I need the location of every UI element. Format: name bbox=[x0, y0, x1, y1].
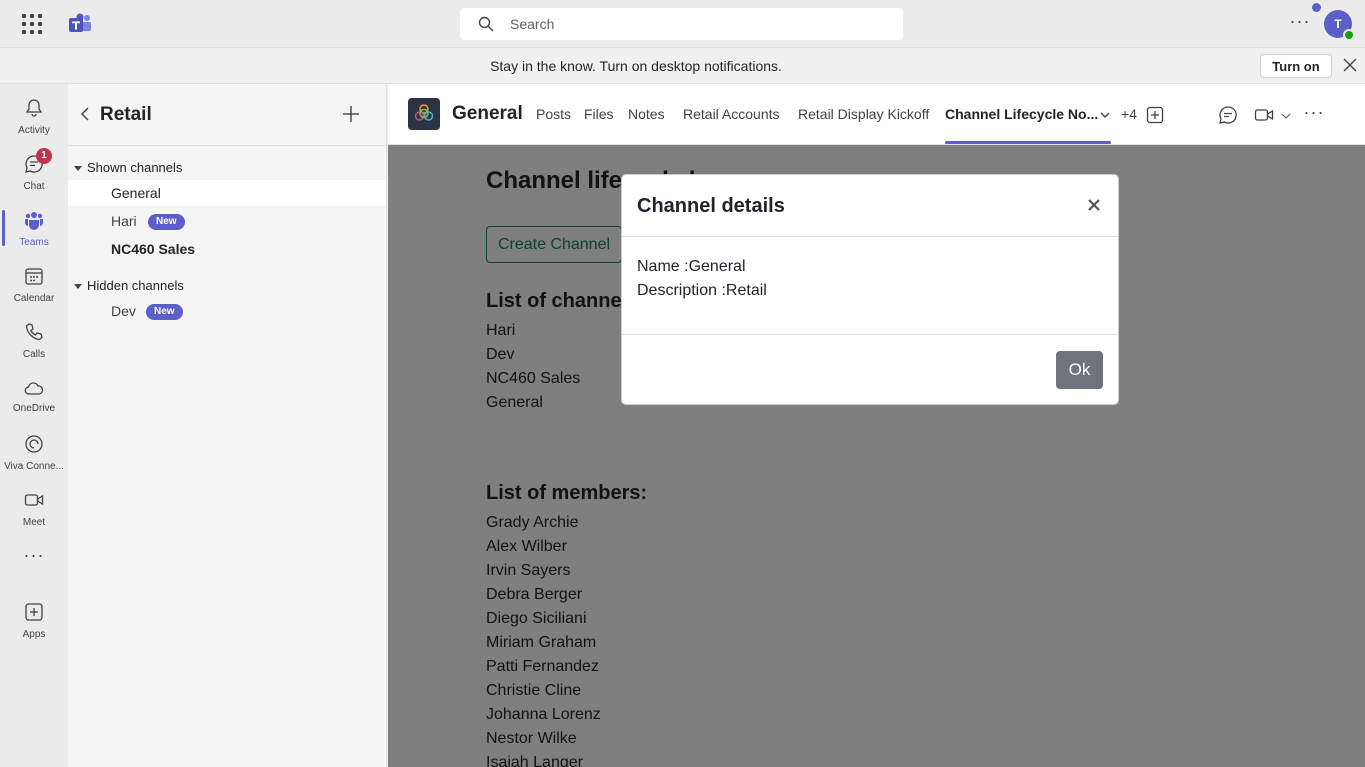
channel-name: Dev bbox=[111, 303, 136, 319]
channel-name: Hari bbox=[111, 213, 137, 229]
tab-retail-accounts[interactable]: Retail Accounts bbox=[683, 106, 780, 122]
cloud-icon bbox=[24, 382, 44, 395]
tab-retail-display-kickoff[interactable]: Retail Display Kickoff bbox=[798, 106, 929, 122]
rail-label: Activity bbox=[18, 125, 50, 136]
caret-down-icon bbox=[74, 166, 82, 172]
bell-icon bbox=[25, 99, 43, 117]
channel-header: General Posts Files Notes Retail Account… bbox=[388, 84, 1365, 145]
dialog-header: Channel details bbox=[622, 175, 1118, 237]
rail-label: Apps bbox=[22, 629, 46, 640]
dialog-title: Channel details bbox=[637, 195, 785, 217]
rail-label: Meet bbox=[22, 517, 46, 528]
team-logo-icon bbox=[408, 98, 440, 130]
chevron-left-icon[interactable] bbox=[78, 106, 94, 122]
dialog-body: Name :General Description :Retail bbox=[637, 255, 767, 303]
tab-posts[interactable]: Posts bbox=[536, 106, 571, 122]
more-tabs-count[interactable]: +4 bbox=[1121, 106, 1137, 122]
add-icon[interactable] bbox=[342, 105, 360, 123]
rail-label: OneDrive bbox=[12, 403, 56, 414]
viva-connections-icon bbox=[25, 435, 43, 453]
hidden-channels-toggle[interactable]: Hidden channels bbox=[74, 278, 184, 293]
rail-label: Calls bbox=[22, 349, 46, 360]
rail-label: Viva Conne... bbox=[4, 461, 64, 472]
section-label: Shown channels bbox=[87, 160, 183, 175]
more-options-icon[interactable]: ··· bbox=[1288, 12, 1312, 34]
rail-item-calls[interactable]: Calls bbox=[0, 314, 68, 366]
channel-item-general[interactable]: General bbox=[68, 180, 386, 206]
calendar-icon bbox=[25, 268, 43, 285]
rail-item-teams[interactable]: Teams bbox=[0, 202, 68, 254]
conversation-icon[interactable] bbox=[1218, 105, 1238, 125]
avatar[interactable]: T bbox=[1312, 3, 1355, 41]
active-tab-indicator bbox=[945, 141, 1111, 144]
rail-label: Chat bbox=[23, 181, 45, 192]
more-options-icon[interactable]: ··· bbox=[1302, 103, 1326, 121]
notification-dot-icon bbox=[1312, 3, 1321, 12]
add-tab-icon[interactable] bbox=[1146, 106, 1164, 124]
tab-notes[interactable]: Notes bbox=[628, 106, 665, 122]
rail-item-apps[interactable]: Apps bbox=[0, 594, 68, 646]
rail-label: Teams bbox=[19, 237, 49, 248]
teams-icon bbox=[25, 212, 43, 230]
rail-item-activity[interactable]: Activity bbox=[0, 90, 68, 142]
search-icon bbox=[478, 16, 494, 32]
turn-on-notifications-button[interactable]: Turn on bbox=[1260, 54, 1332, 78]
app-rail: Activity 1 Chat Teams Calendar Calls One… bbox=[0, 84, 68, 767]
team-name: Retail bbox=[100, 104, 152, 125]
meet-now-icon[interactable] bbox=[1254, 105, 1274, 125]
channel-details-dialog: Channel details Name :General Descriptio… bbox=[621, 174, 1119, 405]
chevron-down-icon[interactable] bbox=[1099, 109, 1111, 121]
channel-item-dev[interactable]: Dev New bbox=[68, 298, 386, 324]
ok-button[interactable]: Ok bbox=[1056, 351, 1103, 389]
shown-channels-toggle[interactable]: Shown channels bbox=[74, 160, 182, 175]
chevron-down-icon[interactable] bbox=[1281, 111, 1291, 121]
channel-name: General bbox=[111, 185, 161, 201]
new-badge: New bbox=[148, 214, 185, 230]
rail-label: Calendar bbox=[13, 293, 55, 304]
channel-description-line: Description :Retail bbox=[637, 282, 767, 299]
presence-available-icon bbox=[1343, 29, 1355, 41]
channel-name: NC460 Sales bbox=[111, 241, 196, 257]
channel-list-pane: Retail Shown channels General Hari New N… bbox=[68, 84, 387, 767]
phone-icon bbox=[25, 323, 43, 341]
channel-item-nc460-sales[interactable]: NC460 Sales bbox=[68, 236, 386, 262]
add-apps-icon bbox=[25, 603, 43, 621]
channel-list-header: Retail bbox=[68, 84, 387, 146]
caret-down-icon bbox=[74, 284, 82, 290]
app-launcher-icon[interactable] bbox=[22, 14, 44, 34]
notification-banner: Stay in the know. Turn on desktop notifi… bbox=[0, 48, 1365, 84]
search-box[interactable] bbox=[460, 8, 903, 40]
rail-more-apps[interactable]: ··· bbox=[0, 542, 68, 574]
section-label: Hidden channels bbox=[87, 278, 184, 293]
dialog-footer: Ok bbox=[622, 334, 1118, 404]
search-input[interactable] bbox=[510, 8, 890, 40]
top-bar: ··· T bbox=[0, 0, 1365, 48]
rail-item-viva-connections[interactable]: Viva Conne... bbox=[0, 426, 68, 478]
rail-item-onedrive[interactable]: OneDrive bbox=[0, 370, 68, 422]
rail-item-chat[interactable]: 1 Chat bbox=[0, 146, 68, 198]
channel-title: General bbox=[452, 103, 523, 124]
chat-unread-badge: 1 bbox=[36, 148, 52, 164]
tab-channel-lifecycle[interactable]: Channel Lifecycle No... bbox=[945, 106, 1098, 122]
notification-message: Stay in the know. Turn on desktop notifi… bbox=[490, 58, 782, 74]
channel-item-hari[interactable]: Hari New bbox=[68, 208, 386, 234]
channel-name-line: Name :General bbox=[637, 258, 746, 275]
teams-logo-icon bbox=[69, 13, 91, 32]
close-icon[interactable] bbox=[1086, 197, 1102, 213]
tab-files[interactable]: Files bbox=[584, 106, 614, 122]
more-icon: ··· bbox=[23, 545, 45, 565]
close-icon[interactable] bbox=[1342, 57, 1358, 73]
new-badge: New bbox=[146, 304, 183, 320]
rail-item-calendar[interactable]: Calendar bbox=[0, 258, 68, 310]
avatar-initial: T bbox=[1334, 17, 1342, 31]
rail-item-meet[interactable]: Meet bbox=[0, 482, 68, 534]
video-camera-icon bbox=[24, 494, 44, 506]
